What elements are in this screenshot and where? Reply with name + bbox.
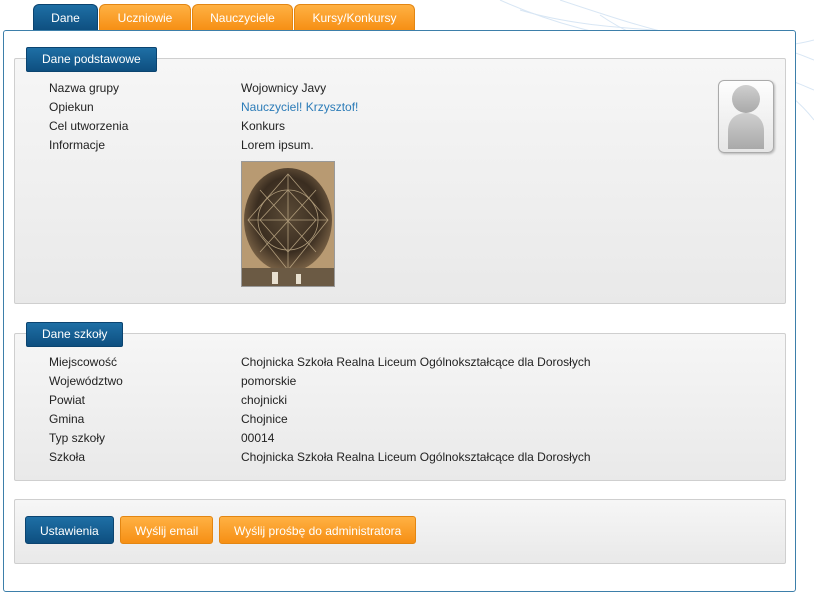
settings-button[interactable]: Ustawienia: [25, 516, 114, 544]
send-email-button[interactable]: Wyślij email: [120, 516, 214, 544]
group-name-value: Wojownicy Javy: [241, 81, 327, 95]
tab-dane[interactable]: Dane: [33, 4, 98, 30]
school-info-header: Dane szkoły: [26, 322, 124, 347]
tab-label: Dane: [51, 11, 80, 25]
purpose-value: Konkurs: [241, 119, 286, 133]
send-request-button[interactable]: Wyślij prośbę do administratora: [219, 516, 417, 544]
commune-value: Chojnice: [241, 412, 288, 426]
basic-info-header: Dane podstawowe: [26, 47, 157, 72]
user-placeholder-icon: [728, 85, 764, 149]
school-info-section: Dane szkoły Miejscowość Chojnicka Szkoła…: [14, 322, 786, 481]
county-label: Powiat: [49, 393, 86, 407]
school-label: Szkoła: [49, 450, 86, 464]
voivodeship-value: pomorskie: [241, 374, 297, 388]
voivodeship-label: Województwo: [49, 374, 123, 388]
tab-kursy-konkursy[interactable]: Kursy/Konkursy: [294, 4, 415, 30]
city-label: Miejscowość: [49, 355, 118, 369]
commune-label: Gmina: [49, 412, 85, 426]
basic-info-section: Dane podstawowe Nazwa grupy Wojownicy Ja…: [14, 47, 786, 304]
info-label: Informacje: [49, 138, 106, 152]
county-value: chojnicki: [241, 393, 288, 407]
tab-nauczyciele[interactable]: Nauczyciele: [192, 4, 293, 30]
group-name-label: Nazwa grupy: [49, 81, 120, 95]
main-panel: Dane podstawowe Nazwa grupy Wojownicy Ja…: [3, 30, 796, 592]
guardian-label: Opiekun: [49, 100, 94, 114]
info-value: Lorem ipsum.: [241, 138, 314, 152]
guardian-link[interactable]: Nauczyciel! Krzysztof!: [241, 100, 358, 114]
city-value: Chojnicka Szkoła Realna Liceum Ogólnoksz…: [241, 355, 591, 369]
tab-uczniowie[interactable]: Uczniowie: [99, 4, 191, 30]
actions-bar: Ustawienia Wyślij email Wyślij prośbę do…: [14, 499, 786, 564]
purpose-label: Cel utworzenia: [49, 119, 129, 133]
tab-label: Nauczyciele: [210, 11, 275, 25]
tab-label: Uczniowie: [117, 11, 173, 25]
tab-label: Kursy/Konkursy: [312, 11, 397, 25]
school-type-label: Typ szkoły: [49, 431, 106, 445]
group-photo: [241, 161, 335, 287]
avatar: [718, 80, 774, 153]
school-type-value: 00014: [241, 431, 275, 445]
school-value: Chojnicka Szkoła Realna Liceum Ogólnoksz…: [241, 450, 591, 464]
